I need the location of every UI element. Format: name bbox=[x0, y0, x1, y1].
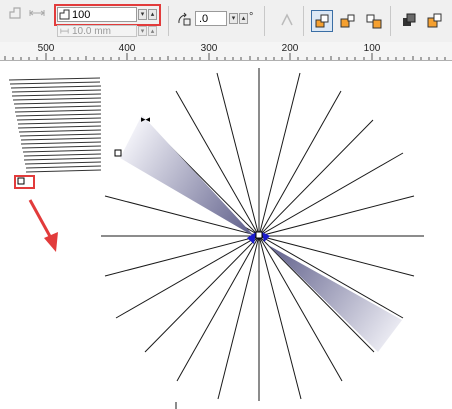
counterclockwise-blend-icon[interactable] bbox=[365, 12, 383, 30]
blend-start-node-icon[interactable] bbox=[17, 177, 25, 185]
ruler-label: 400 bbox=[118, 43, 136, 54]
ruler-label: 300 bbox=[200, 43, 218, 54]
degree-symbol: ° bbox=[249, 11, 254, 23]
separator bbox=[168, 6, 169, 36]
blend-direction-value: .0 bbox=[199, 13, 209, 25]
direct-blend-icon[interactable] bbox=[311, 10, 333, 32]
blend-spacing-input[interactable]: 10.0 mm bbox=[57, 25, 137, 37]
object-color-acceleration-icon[interactable] bbox=[400, 11, 418, 29]
separator bbox=[264, 6, 265, 36]
loop-blend-icon[interactable] bbox=[278, 11, 296, 29]
svg-text:▸◂: ▸◂ bbox=[141, 114, 151, 124]
spacing-spin-up-button[interactable]: ▴ bbox=[148, 26, 157, 36]
ruler-label: 100 bbox=[363, 43, 381, 54]
separator bbox=[303, 6, 304, 36]
ruler-ticks bbox=[4, 53, 446, 60]
spacing-icon[interactable] bbox=[28, 4, 46, 22]
ruler-label: 500 bbox=[37, 43, 55, 54]
clockwise-blend-icon[interactable] bbox=[339, 12, 357, 30]
blend-wedge-upper[interactable] bbox=[120, 115, 255, 237]
ruler-label: 200 bbox=[281, 43, 299, 54]
snap-icon[interactable] bbox=[6, 4, 24, 22]
horizontal-ruler[interactable]: 500 400 300 200 100 bbox=[0, 42, 452, 61]
annotation-arrow-icon bbox=[28, 199, 58, 252]
blend-direction-input[interactable]: .0 bbox=[195, 11, 227, 26]
direction-spin-up-button[interactable]: ▴ bbox=[239, 13, 248, 24]
direction-spin-down-button[interactable]: ▾ bbox=[229, 13, 238, 24]
accelerate-sizes-icon[interactable] bbox=[426, 11, 444, 29]
separator bbox=[390, 6, 391, 36]
spacing-spin-down-button[interactable]: ▾ bbox=[138, 26, 147, 36]
annotation-highlight-steps bbox=[54, 4, 161, 26]
blend-spacing-value: 10.0 mm bbox=[72, 26, 111, 37]
drawing-canvas[interactable]: ▸◂ bbox=[0, 61, 452, 409]
blend-direction-icon bbox=[175, 10, 193, 28]
canvas-drawing: ▸◂ bbox=[8, 68, 424, 409]
property-bar: 100 ▾ ▴ 10.0 mm ▾ ▴ .0 ▾ ▴ ° bbox=[0, 0, 452, 43]
blend-wedge-lower[interactable] bbox=[268, 245, 402, 352]
blend-spacing-icon bbox=[60, 28, 69, 34]
blend-line-stack[interactable] bbox=[8, 77, 102, 173]
